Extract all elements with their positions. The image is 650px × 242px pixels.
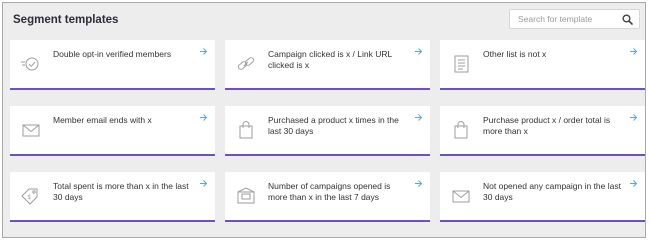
arrow-right-icon [199, 179, 208, 188]
verified-check-icon [20, 54, 42, 74]
template-card-other-list[interactable]: Other list is not x [440, 40, 645, 90]
template-label: Total spent is more than x in the last 3… [53, 181, 189, 202]
shopping-bag-icon [235, 120, 257, 140]
template-card-purchase-order-total[interactable]: Purchase product x / order total is more… [440, 106, 645, 156]
envelope-icon [450, 186, 472, 206]
template-card-double-opt-in[interactable]: Double opt-in verified members [10, 40, 215, 90]
link-icon [235, 54, 257, 74]
arrow-right-icon [199, 113, 208, 122]
template-card-not-opened[interactable]: Not opened any campaign in the last 30 d… [440, 172, 645, 222]
arrow-right-icon [414, 47, 423, 56]
search-box [509, 9, 640, 29]
search-icon[interactable] [622, 14, 633, 25]
template-card-total-spent[interactable]: $ Total spent is more than x in the last… [10, 172, 215, 222]
template-label: Not opened any campaign in the last 30 d… [483, 181, 621, 202]
svg-text:$: $ [27, 194, 31, 201]
envelope-icon [20, 120, 42, 140]
list-document-icon [450, 54, 472, 74]
template-card-campaign-clicked[interactable]: Campaign clicked is x / Link URL clicked… [225, 40, 430, 90]
open-envelope-icon [235, 186, 257, 206]
template-label: Other list is not x [483, 49, 547, 59]
template-card-campaigns-opened[interactable]: Number of campaigns opened is more than … [225, 172, 430, 222]
template-label: Purchase product x / order total is more… [483, 115, 611, 136]
template-label: Campaign clicked is x / Link URL clicked… [268, 49, 392, 70]
page-title: Segment templates [13, 14, 119, 26]
template-label: Double opt-in verified members [53, 49, 172, 59]
segment-templates-panel: Segment templates Double opt-in verified… [2, 2, 646, 238]
arrow-right-icon [629, 179, 638, 188]
template-label: Number of campaigns opened is more than … [268, 181, 391, 202]
arrow-right-icon [414, 179, 423, 188]
arrow-right-icon [414, 113, 423, 122]
arrow-right-icon [629, 47, 638, 56]
arrow-right-icon [629, 113, 638, 122]
template-label: Member email ends with x [53, 115, 152, 125]
search-input[interactable] [510, 10, 618, 28]
template-label: Purchased a product x times in the last … [268, 115, 399, 136]
arrow-right-icon [199, 47, 208, 56]
template-card-member-email[interactable]: Member email ends with x [10, 106, 215, 156]
money-tag-icon: $ [20, 186, 42, 206]
template-card-purchased-product[interactable]: Purchased a product x times in the last … [225, 106, 430, 156]
shopping-bag-icon [450, 120, 472, 140]
